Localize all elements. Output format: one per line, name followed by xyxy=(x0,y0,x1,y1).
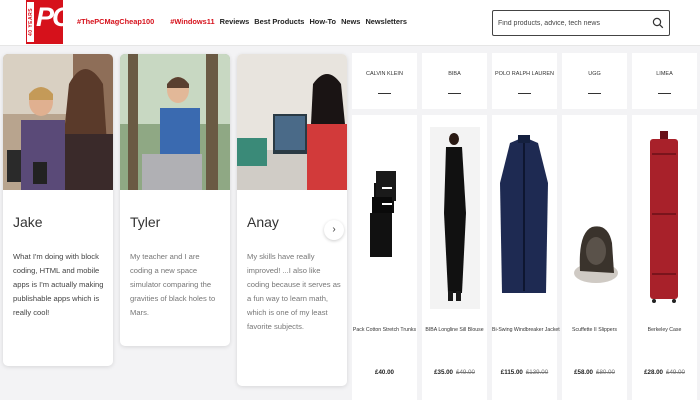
product-image-slippers xyxy=(574,226,618,283)
product-image-case xyxy=(650,131,678,303)
testimonial-photo-anay xyxy=(237,54,347,190)
brand-name: CALVIN KLEIN xyxy=(366,71,403,77)
search-box xyxy=(492,10,670,36)
nav-item-windows11[interactable]: #Windows11 xyxy=(170,17,214,26)
brand-header[interactable]: UGG xyxy=(562,53,627,109)
brand-header[interactable]: CALVIN KLEIN xyxy=(352,53,417,109)
nav-item-cheap100[interactable]: #ThePCMagCheap100 xyxy=(77,17,154,26)
product-name: Bi-Swing Windbreaker Jacket xyxy=(492,327,560,333)
product-name: BIBA Longline Sill Blouse xyxy=(425,327,484,333)
product-column: POLO RALPH LAUREN Bi-Swing Windbreaker J… xyxy=(492,53,560,400)
product-price: £35.00 £49.00 xyxy=(422,369,487,376)
brand-header[interactable]: BIBA xyxy=(422,53,487,109)
logo-years-text: 40 YEARS xyxy=(28,7,34,37)
testimonial-card: Jake What I'm doing with block coding, H… xyxy=(3,54,113,366)
current-price: £28.00 xyxy=(644,369,663,376)
brand-underline xyxy=(658,93,671,94)
product-card[interactable]: Bi-Swing Windbreaker Jacket £115.00 £139.… xyxy=(492,115,560,400)
brand-underline xyxy=(448,93,461,94)
old-price: £49.00 xyxy=(456,369,475,376)
testimonial-quote: My teacher and I are coding a new space … xyxy=(130,252,216,317)
product-name: Pack Cotton Stretch Trunks xyxy=(352,327,417,333)
nav-item-best-products[interactable]: Best Products xyxy=(254,17,304,26)
product-strip: CALVIN KLEIN Pack Cotton Stretch Trunks … xyxy=(352,46,700,400)
product-image-jacket xyxy=(500,135,548,293)
current-price: £115.00 xyxy=(500,369,523,376)
logo-years-strip: 40 YEARS xyxy=(27,2,34,42)
nav-item-how-to[interactable]: How-To xyxy=(309,17,336,26)
product-column: LIMEA Berkeley Case £28.00 £49.00 xyxy=(632,53,697,400)
testimonial-carousel: Jake What I'm doing with block coding, H… xyxy=(0,46,352,400)
testimonial-card: Tyler My teacher and I are coding a new … xyxy=(120,54,230,346)
product-price: £115.00 £139.00 xyxy=(492,369,557,376)
current-price: £58.00 xyxy=(574,369,593,376)
product-card[interactable]: BIBA Longline Sill Blouse £35.00 £49.00 xyxy=(422,115,487,400)
carousel-next-button[interactable]: › xyxy=(324,220,344,240)
testimonial-name: Tyler xyxy=(130,214,161,230)
brand-header[interactable]: POLO RALPH LAUREN xyxy=(492,53,557,109)
nav-item-news[interactable]: News xyxy=(341,17,360,26)
product-card[interactable]: Scuffette II Slippers £58.00 £80.00 xyxy=(562,115,627,400)
testimonial-quote: What I'm doing with block coding, HTML a… xyxy=(13,252,104,317)
current-price: £35.00 xyxy=(434,369,453,376)
testimonial-photo-jake xyxy=(3,54,113,190)
testimonial-photo-tyler xyxy=(120,54,230,190)
product-image-blouse xyxy=(430,127,480,309)
product-name: Berkeley Case xyxy=(647,327,682,333)
product-column: BIBA BIBA Longline Sill Blouse £35.00 £49… xyxy=(422,53,487,400)
product-card[interactable]: Berkeley Case £28.00 £49.00 xyxy=(632,115,697,400)
testimonial-name: Anay xyxy=(247,214,279,230)
testimonial-quote: My skills have really improved! ...I als… xyxy=(247,252,341,331)
nav-item-reviews[interactable]: Reviews xyxy=(220,17,250,26)
pcmag-logo[interactable]: 40 YEARS PC xyxy=(26,0,71,44)
product-price: £28.00 £49.00 xyxy=(632,369,697,376)
brand-name: UGG xyxy=(588,71,601,77)
brand-name: LIMEA xyxy=(656,71,673,77)
product-column: UGG Scuffette II Slippers £58.00 £80.00 xyxy=(562,53,627,400)
brand-header[interactable]: LIMEA xyxy=(632,53,697,109)
old-price: £49.00 xyxy=(666,369,685,376)
search-input[interactable] xyxy=(498,14,648,32)
product-price: £40.00 xyxy=(352,369,417,376)
old-price: £139.00 xyxy=(525,369,549,376)
main-nav: #ThePCMagCheap100 #Windows11 Reviews Bes… xyxy=(77,17,410,26)
testimonial-name: Jake xyxy=(13,214,43,230)
old-price: £80.00 xyxy=(596,369,615,376)
product-card[interactable]: Pack Cotton Stretch Trunks £40.00 xyxy=(352,115,417,400)
search-icon[interactable] xyxy=(652,17,664,29)
product-image-trunks xyxy=(370,171,396,257)
top-bar: 40 YEARS PC #ThePCMagCheap100 #Windows11… xyxy=(0,0,700,46)
product-price: £58.00 £80.00 xyxy=(562,369,627,376)
nav-item-newsletters[interactable]: Newsletters xyxy=(365,17,407,26)
brand-underline xyxy=(588,93,601,94)
current-price: £40.00 xyxy=(375,369,394,376)
product-name: Scuffette II Slippers xyxy=(572,327,617,333)
logo-text: PC xyxy=(36,2,71,32)
brand-name: POLO RALPH LAUREN xyxy=(495,71,554,77)
brand-underline xyxy=(378,93,391,94)
brand-name: BIBA xyxy=(448,71,461,77)
brand-underline xyxy=(518,93,531,94)
product-column: CALVIN KLEIN Pack Cotton Stretch Trunks … xyxy=(352,53,417,400)
